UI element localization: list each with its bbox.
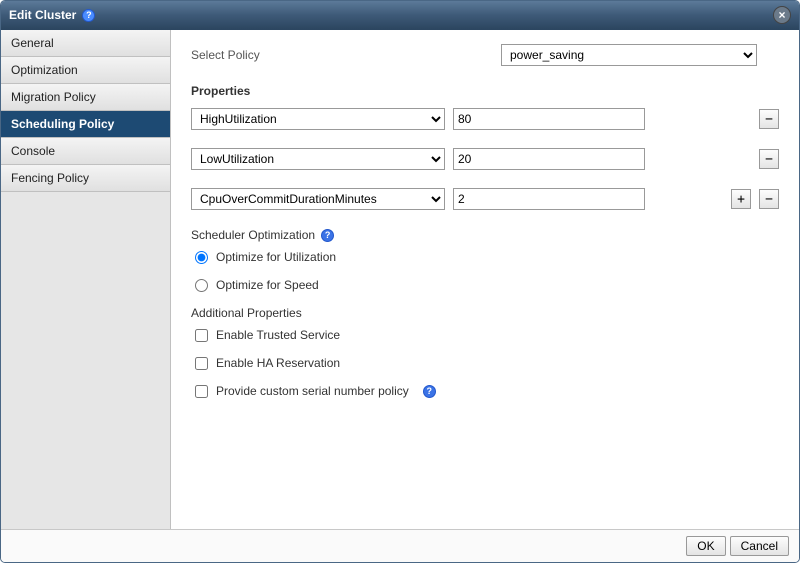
scheduler-opt-heading-row: Scheduler Optimization ? — [191, 228, 779, 242]
additional-prop-checkbox[interactable] — [195, 385, 208, 398]
scheduler-opt-heading: Scheduler Optimization — [191, 228, 315, 242]
additional-prop-label: Provide custom serial number policy — [216, 384, 409, 398]
scheduler-option-row: Optimize for Utilization — [195, 250, 779, 264]
cancel-button[interactable]: Cancel — [730, 536, 789, 556]
additional-prop-checkbox[interactable] — [195, 329, 208, 342]
ok-button[interactable]: OK — [686, 536, 725, 556]
property-name-dropdown[interactable]: HighUtilization — [191, 108, 445, 130]
sidebar-item-label: General — [11, 36, 54, 50]
remove-property-button[interactable]: − — [759, 149, 779, 169]
sidebar-item-optimization[interactable]: Optimization — [1, 57, 170, 84]
scheduler-option-radio[interactable] — [195, 279, 208, 292]
dialog-title: Edit Cluster — [9, 8, 76, 22]
sidebar-item-general[interactable]: General — [1, 30, 170, 57]
dialog-body: General Optimization Migration Policy Sched… — [1, 30, 799, 529]
sidebar-item-scheduling-policy[interactable]: Scheduling Policy — [1, 111, 170, 138]
remove-property-button[interactable]: − — [759, 109, 779, 129]
additional-prop-row: Enable HA Reservation — [195, 356, 779, 370]
select-policy-dropdown[interactable]: power_saving — [501, 44, 757, 66]
property-row: HighUtilization − — [191, 108, 779, 130]
additional-prop-label: Enable Trusted Service — [216, 328, 340, 342]
property-value-input[interactable] — [453, 108, 645, 130]
titlebar-left: Edit Cluster ? — [9, 8, 95, 22]
sidebar-item-label: Console — [11, 144, 55, 158]
property-row: CpuOverCommitDurationMinutes +− — [191, 188, 779, 210]
add-property-button[interactable]: + — [731, 189, 751, 209]
additional-prop-checkbox[interactable] — [195, 357, 208, 370]
scheduler-option-radio[interactable] — [195, 251, 208, 264]
property-value-input[interactable] — [453, 148, 645, 170]
additional-props-heading: Additional Properties — [191, 306, 302, 320]
sidebar: General Optimization Migration Policy Sched… — [1, 30, 171, 529]
property-name-dropdown[interactable]: LowUtilization — [191, 148, 445, 170]
content-pane: Select Policy power_saving Properties Hi… — [171, 30, 799, 529]
sidebar-item-label: Scheduling Policy — [11, 117, 114, 131]
property-row: LowUtilization − — [191, 148, 779, 170]
additional-prop-row: Provide custom serial number policy? — [195, 384, 779, 398]
select-policy-row: Select Policy power_saving — [191, 44, 779, 66]
sidebar-item-migration-policy[interactable]: Migration Policy — [1, 84, 170, 111]
select-policy-label: Select Policy — [191, 48, 501, 62]
help-icon[interactable]: ? — [82, 9, 95, 22]
help-icon[interactable]: ? — [423, 385, 436, 398]
property-value-input[interactable] — [453, 188, 645, 210]
dialog-footer: OK Cancel — [1, 529, 799, 562]
edit-cluster-dialog: Edit Cluster ? × General Optimization Migr… — [0, 0, 800, 563]
property-name-dropdown[interactable]: CpuOverCommitDurationMinutes — [191, 188, 445, 210]
titlebar: Edit Cluster ? × — [1, 1, 799, 30]
additional-prop-label: Enable HA Reservation — [216, 356, 340, 370]
sidebar-item-label: Migration Policy — [11, 90, 96, 104]
scheduler-option-label: Optimize for Utilization — [216, 250, 336, 264]
properties-heading: Properties — [191, 84, 779, 98]
sidebar-item-label: Optimization — [11, 63, 78, 77]
scheduler-option-label: Optimize for Speed — [216, 278, 319, 292]
additional-prop-row: Enable Trusted Service — [195, 328, 779, 342]
sidebar-item-fencing-policy[interactable]: Fencing Policy — [1, 165, 170, 192]
sidebar-item-label: Fencing Policy — [11, 171, 89, 185]
help-icon[interactable]: ? — [321, 229, 334, 242]
additional-props-heading-row: Additional Properties — [191, 306, 779, 320]
close-icon[interactable]: × — [773, 6, 791, 24]
scheduler-option-row: Optimize for Speed — [195, 278, 779, 292]
sidebar-item-console[interactable]: Console — [1, 138, 170, 165]
remove-property-button[interactable]: − — [759, 189, 779, 209]
